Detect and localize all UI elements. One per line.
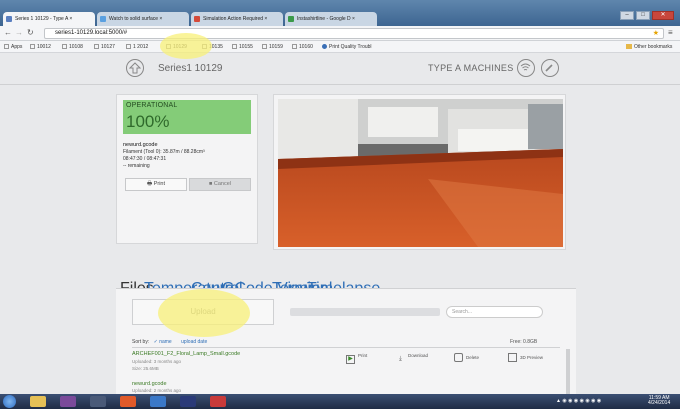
file-list-item: newurd.gcode Uploaded: 2 months ago bbox=[132, 381, 560, 395]
file-list-scrollbar[interactable] bbox=[566, 349, 570, 394]
file-name[interactable]: newurd.gcode bbox=[132, 381, 167, 387]
file-upload-date: Uploaded: 2 months ago bbox=[132, 388, 182, 393]
chrome-icon[interactable] bbox=[150, 396, 166, 407]
job-filament: Filament (Tool 0): 35.87m / 88.28cm³ bbox=[123, 149, 205, 155]
printer-icon: 🖶 bbox=[146, 181, 154, 187]
file-list-item: ARCHEF001_F2_Floral_Lamp_Small.gcode Upl… bbox=[132, 351, 560, 377]
file-download-button[interactable]: ⤓Download bbox=[396, 353, 428, 365]
browser-tab[interactable]: Instashirtline - Google D × bbox=[285, 12, 377, 26]
progress-percent: 100% bbox=[126, 112, 170, 131]
page-title: Series1 10129 bbox=[158, 63, 223, 74]
browser-tab-bar: Series 1 10129 - Type A × Watch to solid… bbox=[0, 0, 680, 26]
job-info: newurd.gcode Filament (Tool 0): 35.87m /… bbox=[123, 142, 205, 170]
trash-icon bbox=[454, 353, 463, 362]
browser-toolbar: ← → ↻ series1-10129.local:5000/# ★ ≡ bbox=[0, 26, 680, 41]
page-icon bbox=[30, 44, 35, 49]
highlight-marker bbox=[158, 289, 250, 337]
minimize-button[interactable]: – bbox=[620, 11, 634, 20]
maximize-button[interactable]: □ bbox=[636, 11, 650, 20]
windows-taskbar: ▲ ◉ ◉ ◉ ◉ ◉ ◉ ◉ 11:59 AM 4/24/2014 bbox=[0, 394, 680, 409]
bookmark-item[interactable]: 10155 bbox=[232, 44, 253, 50]
upload-progress-bar bbox=[290, 308, 440, 316]
folder-icon bbox=[626, 44, 632, 49]
download-icon: ⤓ bbox=[399, 356, 402, 362]
webcam-image bbox=[278, 99, 563, 247]
system-tray[interactable]: ▲ ◉ ◉ ◉ ◉ ◉ ◉ ◉ bbox=[556, 398, 601, 404]
page-icon bbox=[126, 44, 131, 49]
menu-icon[interactable]: ≡ bbox=[668, 28, 673, 38]
address-bar[interactable]: series1-10129.local:5000/# ★ bbox=[44, 28, 664, 39]
file-3d-preview-button[interactable]: 3D Preview bbox=[508, 353, 543, 362]
apps-icon bbox=[4, 44, 9, 49]
cancel-button[interactable]: ■ Cancel bbox=[189, 178, 251, 191]
wrench-icon[interactable] bbox=[541, 59, 559, 77]
site-header: Series1 10129 TYPE A MACHINES bbox=[0, 53, 680, 85]
app-icon[interactable] bbox=[120, 396, 136, 407]
list-divider bbox=[132, 347, 560, 348]
file-delete-button[interactable]: Delete bbox=[454, 353, 479, 362]
browser-tab[interactable]: Watch to solid surface × bbox=[97, 12, 189, 26]
photoshop-icon[interactable] bbox=[180, 396, 196, 407]
bookmark-item[interactable]: 10108 bbox=[62, 44, 83, 50]
printer-status-card: OPERATIONAL 100% newurd.gcode Filament (… bbox=[116, 94, 258, 244]
bookmarks-bar: Apps 10012 10108 10127 1 2012 10129 1013… bbox=[0, 41, 680, 53]
other-bookmarks[interactable]: Other bookmarks bbox=[626, 44, 672, 50]
app-icon[interactable] bbox=[210, 396, 226, 407]
app-icon[interactable] bbox=[60, 396, 76, 407]
job-filename: newurd.gcode bbox=[123, 142, 158, 148]
bookmark-item[interactable]: 10160 bbox=[292, 44, 313, 50]
clock[interactable]: 11:59 AM 4/24/2014 bbox=[648, 396, 670, 406]
page-icon bbox=[232, 44, 237, 49]
file-size: Size: 25.6MB bbox=[132, 366, 159, 371]
sheets-icon bbox=[288, 16, 294, 22]
file-upload-date: Uploaded: 3 months ago bbox=[132, 359, 182, 364]
status-state: OPERATIONAL bbox=[126, 102, 178, 109]
bookmark-item[interactable]: 10159 bbox=[262, 44, 283, 50]
favicon-icon bbox=[6, 16, 12, 22]
logo-icon[interactable] bbox=[126, 59, 144, 77]
bookmark-apps[interactable]: Apps bbox=[4, 44, 22, 50]
page-icon bbox=[62, 44, 67, 49]
webcam-panel bbox=[273, 94, 566, 250]
browser-tab[interactable]: Simulation Action Required × bbox=[191, 12, 283, 26]
page-icon bbox=[292, 44, 297, 49]
bookmark-item[interactable]: 1 2012 bbox=[126, 44, 148, 50]
job-remaining: -- remaining bbox=[123, 163, 150, 169]
webcam-feed bbox=[278, 99, 563, 247]
sort-by-name[interactable]: ✓ name bbox=[154, 339, 172, 345]
brand-name: TYPE A MACHINES bbox=[428, 63, 514, 73]
file-print-button[interactable]: ▶Print bbox=[346, 353, 367, 364]
close-window-button[interactable]: ✕ bbox=[652, 11, 674, 20]
bookmark-star-icon[interactable]: ★ bbox=[653, 29, 659, 38]
back-icon[interactable]: ← bbox=[4, 28, 12, 38]
status-indicator: OPERATIONAL 100% bbox=[123, 100, 251, 134]
wifi-icon[interactable] bbox=[517, 59, 535, 77]
bookmark-item[interactable]: 10012 bbox=[30, 44, 51, 50]
globe-icon bbox=[322, 44, 327, 49]
page-icon bbox=[94, 44, 99, 49]
bookmark-item[interactable]: Print Quality Troubl bbox=[322, 44, 372, 50]
file-explorer-icon[interactable] bbox=[30, 396, 46, 407]
highlight-marker bbox=[160, 33, 212, 59]
print-button[interactable]: 🖶 Print bbox=[125, 178, 187, 191]
cube-icon bbox=[508, 353, 517, 362]
file-name[interactable]: ARCHEF001_F2_Floral_Lamp_Small.gcode bbox=[132, 351, 240, 357]
reload-icon[interactable]: ↻ bbox=[27, 28, 34, 38]
forward-icon[interactable]: → bbox=[15, 28, 23, 38]
file-search-input[interactable]: Search... bbox=[446, 306, 543, 318]
gmail-icon bbox=[194, 16, 200, 22]
print-icon: ▶ bbox=[346, 355, 355, 364]
sort-by-upload-date[interactable]: upload date bbox=[181, 339, 207, 345]
favicon-icon bbox=[100, 16, 106, 22]
start-button[interactable] bbox=[3, 395, 16, 408]
free-space: Free: 0.8GB bbox=[510, 339, 538, 345]
app-icon[interactable] bbox=[90, 396, 106, 407]
browser-tab-active[interactable]: Series 1 10129 - Type A × bbox=[3, 12, 95, 26]
job-time: 08:47:30 / 08:47:31 bbox=[123, 156, 167, 162]
bookmark-item[interactable]: 10127 bbox=[94, 44, 115, 50]
octoprint-page: Series1 10129 TYPE A MACHINES OPERATIONA… bbox=[0, 53, 680, 394]
page-icon bbox=[262, 44, 267, 49]
sort-controls: Sort by: ✓ name upload date bbox=[132, 339, 208, 345]
